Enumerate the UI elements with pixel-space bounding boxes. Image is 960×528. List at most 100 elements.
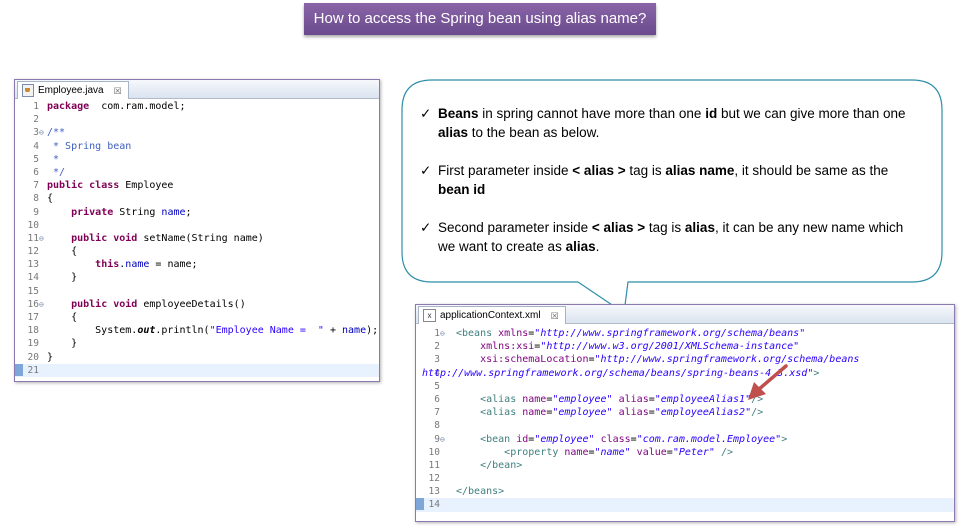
code-token: "employee" (534, 433, 595, 445)
code-token: "http://www.w3.org/2001/XMLSchema-instan… (540, 341, 800, 353)
code-line[interactable]: 4 http://www.springframework.org/schema/b… (416, 367, 954, 380)
code-token: </bean> (480, 459, 523, 471)
line-number: 7 (434, 407, 440, 419)
code-token: "http://www.springframework.org/schema/b… (594, 354, 860, 366)
code-token: value (636, 446, 667, 458)
line-number: 1 (434, 328, 440, 339)
line-number: 6 (434, 393, 440, 405)
tab-application-context-xml[interactable]: x applicationContext.xml ☒ (418, 306, 566, 324)
code-token: name (522, 407, 547, 419)
callout-text-run: bean id (438, 182, 486, 197)
code-line[interactable]: 5 (416, 380, 954, 393)
xml-editor-window[interactable]: x applicationContext.xml ☒ 1 ⊖ <beans xmln… (415, 304, 955, 522)
code-token: "com.ram.model.Employee" (636, 433, 782, 445)
code-token: "employeeAlias1" (654, 393, 752, 405)
code-token: "employee" (552, 407, 613, 419)
code-text: </beans> (456, 485, 504, 498)
line-number: 11 (428, 459, 440, 471)
code-text: xmlns:xsi="http://www.w3.org/2001/XMLSch… (456, 340, 799, 353)
callout-text-run: , it should be same as the (734, 163, 889, 178)
xml-editor-tabbar: x applicationContext.xml ☒ (416, 305, 954, 324)
callout-text-run: alias name (665, 163, 735, 178)
code-line[interactable]: 13 </beans> (416, 485, 954, 498)
code-line[interactable]: 14 (416, 498, 954, 512)
code-line[interactable]: 7 <alias name="employee" alias="employee… (416, 406, 954, 419)
code-token: xsi:schemaLocation (480, 354, 589, 366)
check-icon: ✓ (420, 163, 432, 178)
code-token: name (564, 446, 589, 458)
code-text: <alias name="employee" alias="employeeAl… (456, 393, 763, 406)
close-icon[interactable]: ☒ (551, 308, 559, 324)
code-text: <alias name="employee" alias="employeeAl… (456, 406, 763, 419)
line-number: 13 (428, 486, 440, 498)
callout-text-run: to the bean as below. (468, 125, 600, 140)
code-line[interactable]: 12 (416, 472, 954, 485)
callout-text-run: alias (565, 239, 596, 254)
callout-text-run: id (705, 106, 718, 121)
code-line[interactable]: 11 </bean> (416, 459, 954, 472)
fold-icon[interactable]: ⊖ (440, 433, 445, 446)
code-line[interactable]: 1 ⊖ <beans xmlns="http://www.springframewo… (416, 327, 954, 340)
callout-text-run: Beans (438, 106, 479, 121)
fold-icon[interactable]: ⊖ (440, 327, 445, 340)
code-token: class (600, 433, 631, 445)
xml-code-area[interactable]: 1 ⊖ <beans xmlns="http://www.springframewo… (416, 327, 954, 521)
code-text: <bean id="employee" class="com.ram.model… (456, 433, 787, 446)
code-line[interactable]: 2 xmlns:xsi="http://www.w3.org/2001/XMLS… (416, 340, 954, 353)
line-number: 9 (434, 433, 440, 445)
code-token: "employeeAlias2" (654, 407, 752, 419)
code-token: alias (618, 393, 649, 405)
callout-text: ✓ Beans in spring cannot have more than o… (420, 104, 920, 275)
callout-text-run: . (595, 239, 600, 254)
line-number: 3 (434, 354, 440, 366)
code-token: <bean (480, 433, 511, 445)
code-token: xmlns:xsi (480, 341, 535, 353)
code-token: > (813, 367, 820, 379)
line-number: 8 (434, 420, 440, 432)
line-number: 10 (428, 446, 440, 458)
code-line[interactable]: 6 <alias name="employee" alias="employee… (416, 393, 954, 406)
code-line[interactable]: 8 (416, 419, 954, 432)
code-line[interactable]: 3 xsi:schemaLocation="http://www.springf… (416, 353, 954, 366)
callout-point: ✓ Beans in spring cannot have more than o… (420, 104, 920, 142)
line-number: 12 (428, 473, 440, 485)
check-icon: ✓ (420, 106, 432, 121)
callout-text-run: < alias > (572, 163, 626, 178)
callout-text-run: tag is (625, 163, 666, 178)
code-token: xmlns (498, 328, 529, 339)
line-number: 14 (428, 499, 440, 511)
code-token: <alias (480, 393, 517, 405)
callout-text-run: in spring cannot have more than one (478, 106, 706, 121)
arrow-icon (748, 364, 788, 400)
callout-text-run: < alias > (591, 220, 646, 235)
code-token: /> (721, 446, 734, 458)
code-text: </bean> (456, 459, 522, 472)
code-token: </beans> (456, 486, 505, 498)
callout-text-run: but we can give more than one (717, 106, 906, 121)
code-token: name (522, 393, 547, 405)
check-icon: ✓ (420, 220, 432, 235)
code-token: id (516, 433, 529, 445)
code-line[interactable]: 10 <property name="name" value="Peter" /… (416, 446, 954, 459)
code-token: <beans (456, 328, 493, 339)
callout-text-run: Second parameter inside (438, 220, 592, 235)
code-text: <beans xmlns="http://www.springframework… (456, 327, 805, 340)
code-token: "employee" (552, 393, 613, 405)
code-line[interactable]: 9 ⊖ <bean id="employee" class="com.ram.mo… (416, 433, 954, 446)
line-number: 2 (434, 341, 440, 353)
code-token: alias (618, 407, 649, 419)
code-token: "name" (594, 446, 631, 458)
callout-text-run: First parameter inside (438, 163, 573, 178)
callout-text-run: alias (684, 220, 715, 235)
code-token: > (781, 433, 788, 445)
code-token: "http://www.springframework.org/schema/b… (534, 328, 806, 339)
code-text: <property name="name" value="Peter" /> (456, 446, 733, 459)
xml-file-icon: x (423, 309, 436, 322)
code-token: "Peter" (672, 446, 715, 458)
